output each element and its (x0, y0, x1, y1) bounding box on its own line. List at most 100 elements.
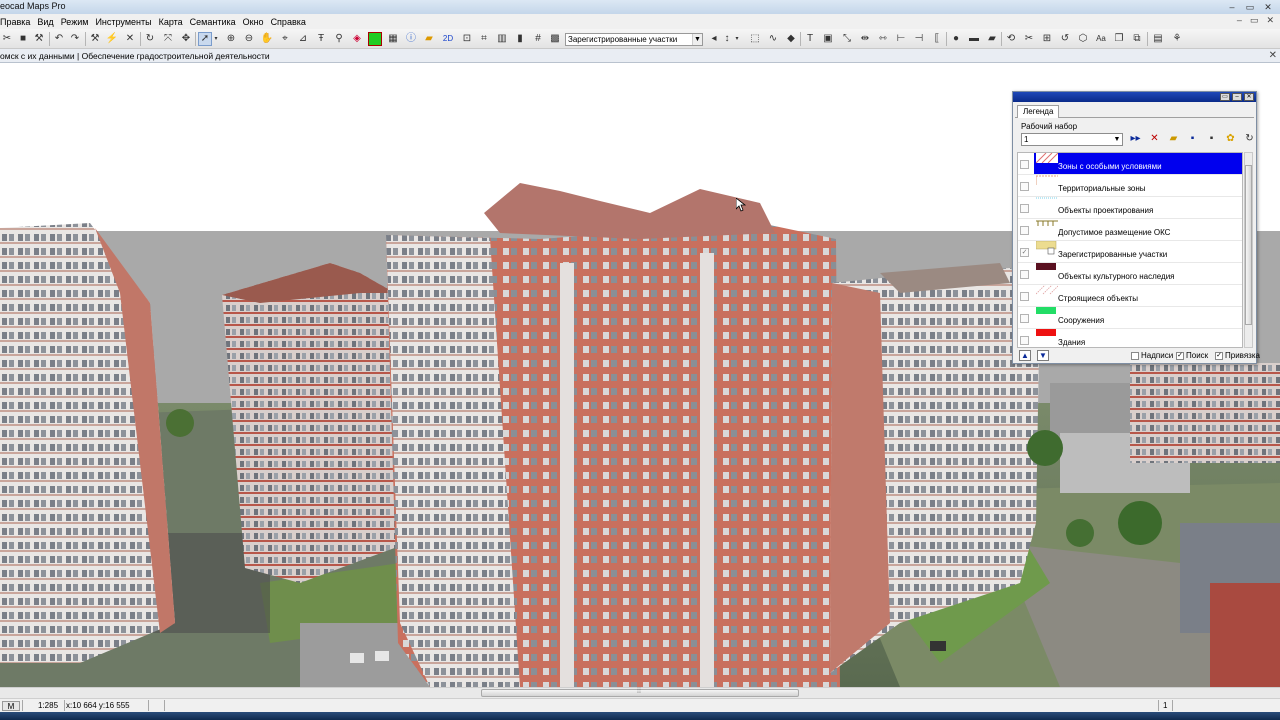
legend-layer-row[interactable]: ✓ Зарегистрированные участки (1018, 241, 1242, 263)
refresh-legend-icon[interactable]: ↻ (1242, 132, 1257, 146)
mode-2d-button[interactable]: 2D (440, 32, 456, 46)
height-icon[interactable]: ↕ (720, 32, 734, 46)
working-set-dropdown[interactable]: 1 ▼ (1021, 133, 1123, 146)
prev-icon[interactable]: ◂ (707, 32, 721, 46)
menu-map[interactable]: Карта (159, 17, 183, 27)
redo-icon[interactable]: ↷ (68, 32, 82, 46)
split-icon[interactable]: ✂ (1022, 32, 1036, 46)
distribute-h-icon[interactable]: ⇹ (858, 32, 872, 46)
menu-tools[interactable]: Инструменты (95, 17, 151, 27)
layer-dropdown[interactable]: Зарегистрированные участки ▼ (565, 33, 703, 46)
legend-layer-row[interactable]: Сооружения (1018, 307, 1242, 329)
layer-visibility-checkbox[interactable] (1020, 314, 1029, 323)
zoom-out-icon[interactable]: ⊖ (242, 32, 256, 46)
cut-icon[interactable]: ✂ (0, 32, 14, 46)
refresh-icon[interactable]: ↻ (143, 32, 157, 46)
text-tool-icon[interactable]: Ŧ (314, 32, 328, 46)
binoculars-icon[interactable]: ⚲ (332, 32, 346, 46)
style-icon[interactable]: ✿ (1223, 132, 1238, 146)
legend-scroll-thumb[interactable] (1245, 165, 1252, 325)
print-icon[interactable]: ▤ (1151, 32, 1165, 46)
distribute-v-icon[interactable]: ⇿ (876, 32, 890, 46)
fit-icon[interactable]: ⤧ (161, 32, 175, 46)
legend-layer-row[interactable]: Строящиеся объекты (1018, 285, 1242, 307)
doc-restore-icon[interactable]: ▭ (1250, 15, 1259, 26)
menu-help[interactable]: Справка (271, 17, 306, 27)
status-mode[interactable]: M (2, 701, 20, 711)
line-icon[interactable]: ▬ (967, 32, 981, 46)
delete-set-icon[interactable]: ✕ (1147, 132, 1162, 146)
save-set-icon[interactable]: ▪ (1185, 132, 1200, 146)
legend-header[interactable]: ▭ ‒ ✕ (1013, 92, 1256, 102)
folder-icon[interactable]: ▰ (422, 32, 436, 46)
curve-icon[interactable]: ∿ (766, 32, 780, 46)
horizontal-scrollbar[interactable]: ⁞⁞ (0, 687, 1280, 698)
table-icon[interactable]: ▦ (386, 32, 400, 46)
dimension-icon[interactable]: ⊢ (894, 32, 908, 46)
hand-pan-icon[interactable]: ✋ (260, 32, 274, 46)
layout-icon[interactable]: ▥ (495, 32, 509, 46)
offset-icon[interactable]: ⊣ (912, 32, 926, 46)
label-icon[interactable]: Aa (1094, 32, 1108, 46)
polyline-icon[interactable]: ▰ (985, 32, 999, 46)
select-arrow-icon[interactable]: ➚ (198, 32, 212, 46)
close-button[interactable]: ✕ (1262, 2, 1274, 12)
edit-vertex-icon[interactable]: ⌗ (477, 32, 491, 46)
legend-layer-row[interactable]: Зоны с особыми условиями (1018, 153, 1242, 175)
zoom-in-icon[interactable]: ⊕ (224, 32, 238, 46)
block-icon[interactable]: ▣ (821, 32, 835, 46)
save-as-icon[interactable]: ▪ (1204, 132, 1219, 146)
search-checkbox[interactable]: ✓ Поиск (1176, 351, 1208, 360)
network-icon[interactable]: ⚘ (1170, 32, 1184, 46)
brush-icon[interactable]: ⚒ (32, 32, 46, 46)
legend-layer-row[interactable]: Здания (1018, 329, 1242, 347)
fill-icon[interactable]: ◆ (784, 32, 798, 46)
move-down-icon[interactable]: ▼ (1037, 350, 1049, 361)
frame-icon[interactable]: ⊡ (460, 32, 474, 46)
snap-checkbox[interactable]: ✓ Привязка (1215, 351, 1260, 360)
save-icon[interactable]: ■ (16, 32, 30, 46)
horizontal-scroll-thumb[interactable]: ⁞⁞ (481, 688, 799, 697)
traffic-light-icon[interactable] (368, 32, 382, 46)
pan-all-icon[interactable]: ✥ (179, 32, 193, 46)
labels-checkbox[interactable]: Надписи (1131, 351, 1173, 360)
move-up-icon[interactable]: ▲ (1019, 350, 1031, 361)
layer-visibility-checkbox[interactable] (1020, 204, 1029, 213)
wand-icon[interactable]: ⚡ (105, 32, 119, 46)
delete-icon[interactable]: ✕ (123, 32, 137, 46)
legend-tab[interactable]: Легенда (1017, 105, 1060, 118)
menu-edit[interactable]: Правка (0, 17, 30, 27)
layer-visibility-checkbox[interactable] (1020, 270, 1029, 279)
text-icon[interactable]: T (803, 32, 817, 46)
open-folder-icon[interactable]: ▰ (1166, 132, 1181, 146)
tools-icon[interactable]: ⚒ (88, 32, 102, 46)
layers-icon[interactable]: ◈ (350, 32, 364, 46)
stack-icon[interactable]: ❐ (1112, 32, 1126, 46)
legend-layer-row[interactable]: Объекты культурного наследия (1018, 263, 1242, 285)
menu-semantics[interactable]: Семантика (190, 17, 236, 27)
layer-visibility-checkbox[interactable] (1020, 336, 1029, 345)
measure-icon[interactable]: ⊿ (296, 32, 310, 46)
legend-layer-row[interactable]: Объекты проектирования (1018, 197, 1242, 219)
maximize-button[interactable]: ▭ (1244, 2, 1256, 12)
align-icon[interactable]: ⤡ (840, 32, 854, 46)
grid-fine-icon[interactable]: ▩ (548, 32, 562, 46)
copy-icon[interactable]: ⧉ (1130, 32, 1144, 46)
height-dropdown-icon[interactable]: ▾ (733, 32, 741, 46)
legend-pin-icon[interactable]: ▭ (1220, 93, 1230, 101)
merge-icon[interactable]: ⊞ (1040, 32, 1054, 46)
document-tab[interactable]: омск с их данными | Обеспечение градостр… (0, 51, 270, 61)
apply-set-icon[interactable]: ▸▸ (1128, 132, 1143, 146)
point-icon[interactable]: ● (949, 32, 963, 46)
menu-mode[interactable]: Режим (61, 17, 89, 27)
rotate-icon[interactable]: ↺ (1058, 32, 1072, 46)
dotted-select-icon[interactable]: ⬚ (748, 32, 762, 46)
legend-layer-row[interactable]: Территориальные зоны (1018, 175, 1242, 197)
transform-icon[interactable]: ⟲ (1004, 32, 1018, 46)
legend-layer-row[interactable]: Допустимое размещение ОКС (1018, 219, 1242, 241)
layer-visibility-checkbox[interactable] (1020, 226, 1029, 235)
legend-scrollbar[interactable] (1244, 152, 1253, 348)
doc-minimize-icon[interactable]: ‒ (1237, 15, 1242, 26)
crosshair-icon[interactable]: ⌖ (278, 32, 292, 46)
minimize-button[interactable]: ‒ (1226, 2, 1238, 12)
